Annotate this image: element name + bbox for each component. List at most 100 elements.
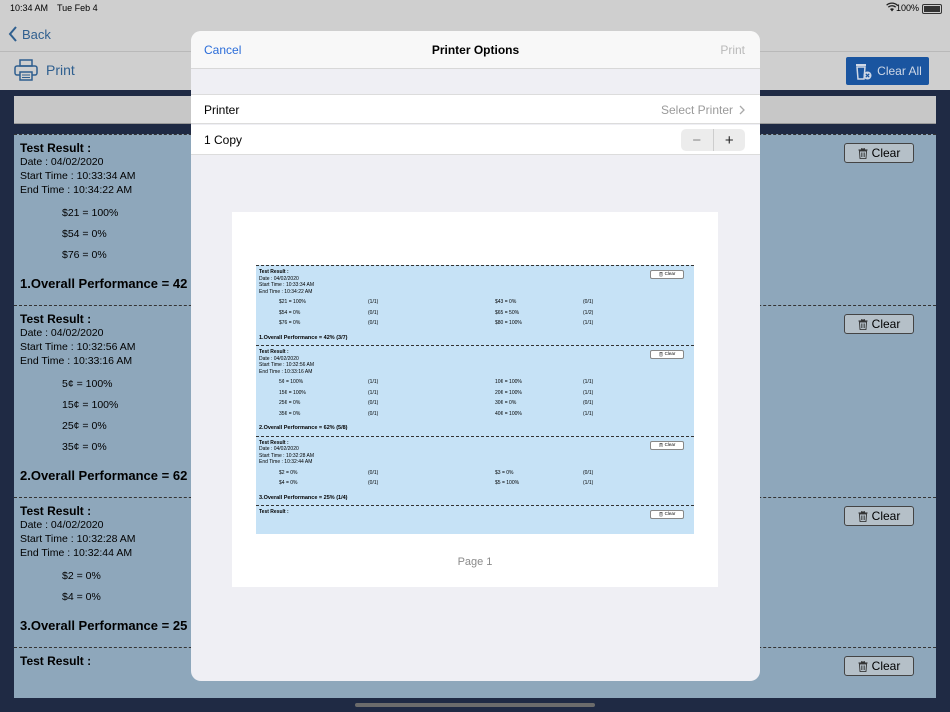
preview-clear-label: Clear [664, 441, 676, 447]
preview-cell: (0/1) [368, 320, 379, 326]
preview-cell: (1/1) [583, 480, 594, 486]
printer-row[interactable]: Printer Select Printer [191, 94, 760, 124]
preview-cell: (0/1) [583, 299, 594, 305]
preview-overall: 3.Overall Performance = 25% (1/4) [259, 494, 348, 501]
preview-cell: (0/1) [368, 410, 379, 417]
chevron-left-icon [8, 26, 17, 42]
page-number: Page 1 [457, 556, 493, 568]
preview-cell: (0/1) [368, 309, 379, 316]
clear-label: Clear [871, 146, 901, 160]
sheet-header: Cancel Printer Options Print [191, 31, 760, 69]
preview-cell: $5 = 100% [495, 480, 520, 486]
clear-label: Clear [871, 659, 901, 673]
preview-clear-button: Clear [650, 440, 684, 450]
trash-clear-icon [856, 64, 872, 80]
preview-end-time: End Time : 10:33:16 AM [259, 368, 313, 375]
printer-options-sheet: Cancel Printer Options Print Printer Sel… [191, 31, 760, 681]
preview-title: Test Result : [259, 509, 289, 515]
preview-cell: 15¢ = 100% [279, 389, 306, 396]
increment-button[interactable]: + [714, 129, 746, 151]
printer-value: Select Printer [660, 103, 733, 117]
preview-cell: (1/1) [583, 389, 594, 396]
trash-icon [658, 272, 663, 277]
preview-overall: 2.Overall Performance = 62% (5/8) [259, 425, 348, 431]
preview-cell: (1/1) [368, 389, 379, 396]
preview-cell: $2 = 0% [279, 469, 298, 476]
preview-overall: 1.Overall Performance = 42% (3/7) [259, 334, 348, 341]
clear-button[interactable]: Clear [844, 656, 914, 676]
preview-result-item: Test Result : Date : 04/02/2020 Start Time… [256, 435, 694, 502]
printer-label: Printer [204, 103, 240, 117]
print-label: Print [46, 62, 75, 78]
preview-cell: 40¢ = 100% [495, 410, 522, 417]
copies-stepper[interactable]: − + [681, 129, 745, 151]
preview-cell: $54 = 0% [279, 309, 301, 316]
preview-result-item: Test Result : Clear [256, 505, 694, 519]
preview-cell: 30¢ = 0% [495, 400, 517, 406]
print-confirm-button[interactable]: Print [720, 43, 745, 57]
preview-cell: $43 = 0% [495, 299, 517, 305]
preview-clear-button: Clear [650, 510, 684, 519]
preview-end-time: End Time : 10:32:44 AM [259, 459, 313, 465]
preview-end-time: End Time : 10:34:22 AM [259, 288, 313, 295]
trash-icon [858, 510, 868, 522]
preview-cell: (1/2) [583, 309, 594, 316]
clear-label: Clear [871, 509, 901, 523]
preview-cell: (0/1) [583, 469, 594, 476]
status-time: 10:34 AM [10, 3, 49, 13]
trash-icon [658, 352, 663, 357]
preview-cell: $3 = 0% [495, 469, 514, 476]
home-indicator[interactable] [355, 703, 595, 707]
preview-cell: (0/1) [583, 400, 594, 406]
preview-cell: $65 = 50% [495, 309, 520, 316]
clear-button[interactable]: Clear [844, 506, 914, 526]
preview-result-item: Test Result : Date : 04/02/2020 Start Time… [256, 345, 694, 432]
print-button[interactable]: Print [14, 59, 75, 81]
preview-cell: $76 = 0% [279, 320, 301, 326]
trash-icon [858, 660, 868, 672]
clear-label: Clear [871, 317, 901, 331]
decrement-button[interactable]: − [681, 129, 714, 151]
status-date: Tue Feb 4 [57, 3, 98, 13]
preview-cell: 25¢ = 0% [279, 400, 301, 406]
clear-all-button[interactable]: Clear All [846, 57, 929, 85]
trash-icon [858, 147, 868, 159]
preview-cell: (1/1) [583, 320, 594, 326]
preview-cell: (1/1) [368, 299, 379, 305]
print-preview-page[interactable]: Test Result : Date : 04/02/2020 Start Time… [232, 212, 718, 587]
copies-label: 1 Copy [204, 133, 243, 147]
clear-button[interactable]: Clear [844, 314, 914, 334]
trash-icon [658, 512, 663, 517]
preview-cell: 5¢ = 100% [279, 379, 304, 385]
preview-cell: 35¢ = 0% [279, 410, 301, 417]
preview-cell: $4 = 0% [279, 480, 298, 486]
preview-cell: (1/1) [583, 410, 594, 417]
trash-icon [658, 442, 663, 448]
copies-row: 1 Copy − + [191, 125, 760, 155]
preview-clear-label: Clear [664, 351, 676, 357]
preview-clear-button: Clear [650, 350, 684, 359]
preview-cell: (0/1) [368, 469, 379, 476]
preview-result-item: Test Result : Date : 04/02/2020 Start Time… [256, 265, 694, 341]
back-label: Back [22, 26, 51, 42]
preview-cell: $21 = 100% [279, 299, 306, 305]
printer-icon [14, 59, 38, 81]
preview-cell: 10¢ = 100% [495, 379, 522, 385]
preview-cell: (0/1) [368, 400, 379, 406]
preview-cell: (0/1) [368, 480, 379, 486]
preview-clear-label: Clear [664, 511, 676, 517]
preview-cell: (1/1) [368, 379, 379, 385]
trash-icon [858, 318, 868, 330]
preview-content: Test Result : Date : 04/02/2020 Start Time… [256, 265, 694, 534]
sheet-title: Printer Options [431, 43, 520, 57]
preview-cell: (1/1) [583, 379, 594, 385]
clear-button[interactable]: Clear [844, 143, 914, 163]
back-button[interactable]: Back [8, 26, 51, 42]
status-bar: 10:34 AM Tue Feb 4 100% [0, 0, 950, 18]
preview-clear-label: Clear [664, 271, 676, 277]
preview-clear-button: Clear [650, 270, 684, 279]
chevron-right-icon [739, 105, 745, 115]
preview-cell: $80 = 100% [495, 320, 522, 326]
battery-percent: 100% [895, 3, 919, 13]
preview-cell: 20¢ = 100% [495, 389, 522, 396]
